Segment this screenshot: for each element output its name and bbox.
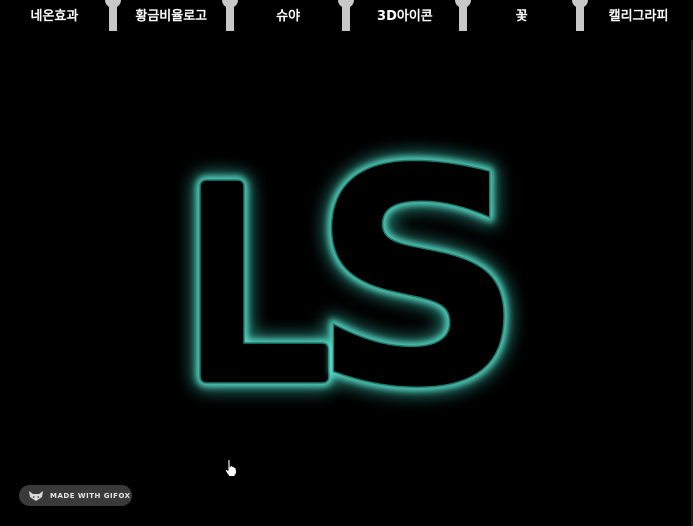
- gifox-badge: MADE WITH GIFOX: [19, 485, 132, 506]
- logo-letter-s: S: [310, 105, 526, 454]
- page: 네온효과 황금비율로고 슈야 3D아이콘 꽃 캘리그라피 S S S MADE …: [0, 0, 693, 526]
- fox-icon: [29, 490, 43, 501]
- gifox-badge-label: MADE WITH GIFOX: [50, 491, 131, 500]
- hand-pointer-icon: [224, 459, 237, 477]
- neon-logo: S S S: [194, 99, 532, 460]
